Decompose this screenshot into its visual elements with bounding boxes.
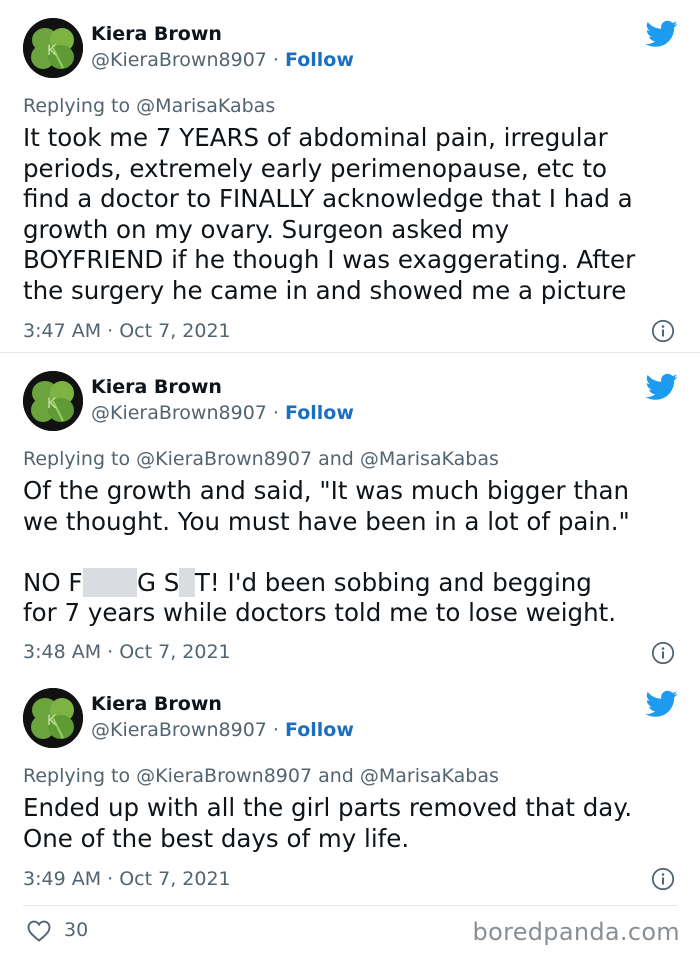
- follow-button[interactable]: Follow: [285, 49, 354, 71]
- tweet-text-line: Of the growth and said, "It was much big…: [23, 476, 630, 505]
- tweet-text-line-censored: NO F G S T! I'd been sobbing and begging: [23, 567, 678, 599]
- like-count[interactable]: 30: [64, 919, 88, 941]
- replying-mentions[interactable]: @MarisaKabas: [136, 95, 275, 117]
- timestamp[interactable]: 3:48 AM · Oct 7, 2021: [23, 641, 231, 663]
- tweet-text: Ended up with all the girl parts removed…: [23, 793, 633, 853]
- replying-to: Replying to @KieraBrown8907 and @MarisaK…: [23, 448, 499, 470]
- tweet-text: Of the growth and said, "It was much big…: [23, 476, 678, 629]
- author-name[interactable]: Kiera Brown: [91, 693, 222, 715]
- twitter-bird-icon[interactable]: [646, 20, 678, 48]
- author-handle[interactable]: @KieraBrown8907: [91, 402, 267, 424]
- twitter-bird-icon[interactable]: [646, 373, 678, 401]
- tweet-text-blank: [23, 537, 678, 568]
- tweet-1: Kiera Brown @KieraBrown8907 · Follow Rep…: [0, 0, 700, 352]
- text-fragment: NO F: [23, 567, 83, 597]
- watermark: boredpanda.com: [472, 918, 680, 946]
- text-fragment: G S: [137, 567, 180, 597]
- tweet-text: It took me 7 YEARS of abdominal pain, ir…: [23, 123, 636, 305]
- replying-mentions[interactable]: @KieraBrown8907 and @MarisaKabas: [136, 448, 499, 470]
- tweet-footer: 30 boredpanda.com: [0, 905, 700, 957]
- separator: ·: [272, 402, 279, 424]
- censor-bar: [179, 567, 195, 597]
- handle-row: @KieraBrown8907 · Follow: [91, 49, 354, 71]
- author-name[interactable]: Kiera Brown: [91, 23, 222, 45]
- clover-avatar-icon: [23, 371, 83, 431]
- timestamp[interactable]: 3:49 AM · Oct 7, 2021: [23, 868, 231, 890]
- replying-to: Replying to @KieraBrown8907 and @MarisaK…: [23, 765, 499, 787]
- info-icon[interactable]: [651, 641, 675, 665]
- censor-bar: [82, 567, 138, 597]
- replying-prefix: Replying to: [23, 448, 131, 470]
- separator: ·: [272, 719, 279, 741]
- replying-mentions[interactable]: @KieraBrown8907 and @MarisaKabas: [136, 765, 499, 787]
- replying-prefix: Replying to: [23, 95, 131, 117]
- heart-icon[interactable]: [27, 920, 51, 942]
- replying-prefix: Replying to: [23, 765, 131, 787]
- tweet-text-line: for 7 years while doctors told me to los…: [23, 598, 617, 627]
- divider: [23, 905, 677, 906]
- avatar[interactable]: [23, 688, 83, 748]
- separator: ·: [272, 49, 279, 71]
- tweet-2: Kiera Brown @KieraBrown8907 · Follow Rep…: [0, 353, 700, 670]
- replying-to: Replying to @MarisaKabas: [23, 95, 275, 117]
- clover-avatar-icon: [23, 688, 83, 748]
- timestamp[interactable]: 3:47 AM · Oct 7, 2021: [23, 320, 231, 342]
- avatar[interactable]: [23, 371, 83, 431]
- tweet-3: Kiera Brown @KieraBrown8907 · Follow Rep…: [0, 670, 700, 904]
- author-handle[interactable]: @KieraBrown8907: [91, 49, 267, 71]
- author-handle[interactable]: @KieraBrown8907: [91, 719, 267, 741]
- author-name[interactable]: Kiera Brown: [91, 376, 222, 398]
- handle-row: @KieraBrown8907 · Follow: [91, 719, 354, 741]
- follow-button[interactable]: Follow: [285, 402, 354, 424]
- avatar[interactable]: [23, 18, 83, 78]
- info-icon[interactable]: [651, 319, 675, 343]
- clover-avatar-icon: [23, 18, 83, 78]
- tweet-text-line: we thought. You must have been in a lot …: [23, 506, 630, 536]
- info-icon[interactable]: [651, 867, 675, 891]
- handle-row: @KieraBrown8907 · Follow: [91, 402, 354, 424]
- follow-button[interactable]: Follow: [285, 719, 354, 741]
- twitter-bird-icon[interactable]: [646, 690, 678, 718]
- text-fragment: T! I'd been sobbing and begging: [194, 567, 592, 597]
